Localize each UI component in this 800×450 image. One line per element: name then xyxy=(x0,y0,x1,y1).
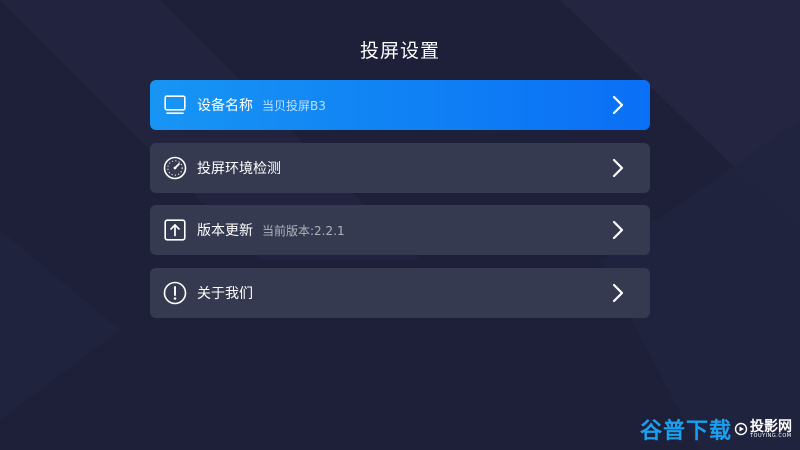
current-version-value: 当前版本:2.2.1 xyxy=(262,223,345,238)
menu-item-env-check[interactable]: 投屏环境检测 xyxy=(150,142,650,193)
gauge-icon xyxy=(163,156,187,180)
chevron-right-icon xyxy=(610,158,626,178)
chevron-right-icon xyxy=(610,283,626,303)
menu-item-label: 投屏环境检测 xyxy=(197,160,281,177)
watermark-text-primary: 谷普下载 xyxy=(639,419,732,444)
upload-arrow-icon xyxy=(163,218,187,242)
watermark-logo-icon xyxy=(734,422,748,436)
watermark-domain: TOUYING.COM xyxy=(750,432,792,439)
menu-item-version-update[interactable]: 版本更新 当前版本:2.2.1 xyxy=(150,205,650,255)
menu-item-label: 设备名称 xyxy=(197,98,253,114)
watermark-text-secondary: 投影网 xyxy=(750,418,792,435)
monitor-icon xyxy=(163,93,187,117)
watermark: 谷普下载 投影网 TOUYING.COM xyxy=(640,414,792,444)
menu-item-about-us[interactable]: 关于我们 xyxy=(150,267,650,318)
device-name-value: 当贝投屏B3 xyxy=(262,98,326,113)
chevron-right-icon xyxy=(610,220,626,240)
page-title: 投屏设置 xyxy=(359,40,440,62)
settings-menu: 设备名称 当贝投屏B3 投屏环境检测 版本更新 当前版本:2.2.1 关于我们 xyxy=(150,80,650,330)
menu-item-device-name[interactable]: 设备名称 当贝投屏B3 xyxy=(150,80,650,130)
menu-item-label: 版本更新 xyxy=(197,223,253,239)
chevron-right-icon xyxy=(610,95,626,115)
info-exclamation-icon xyxy=(163,281,187,305)
watermark-logo: 投影网 TOUYING.COM xyxy=(734,420,792,439)
menu-item-label: 关于我们 xyxy=(197,285,253,302)
